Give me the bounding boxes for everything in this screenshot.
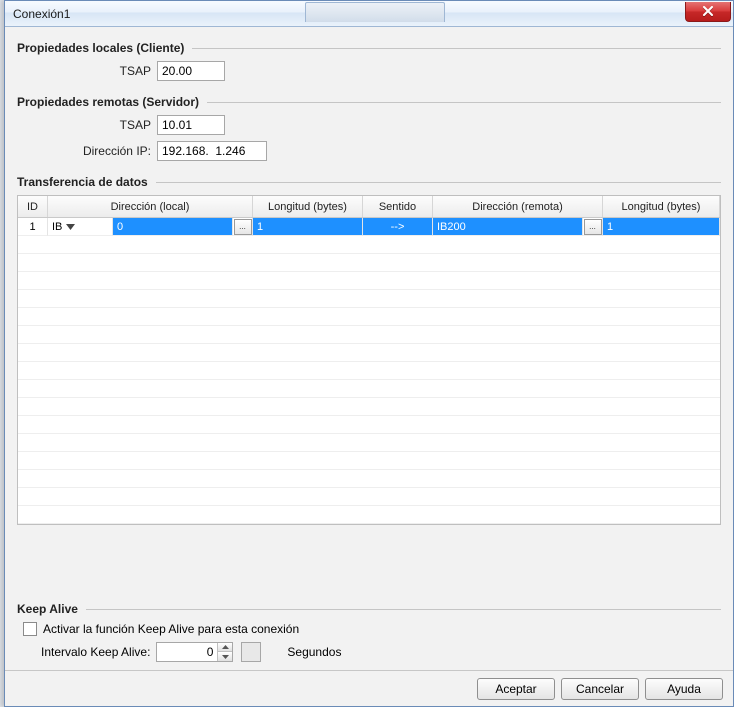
- window-title: Conexión1: [13, 7, 70, 21]
- dialog-window: Conexión1 Propiedades locales (Cliente) …: [4, 0, 734, 707]
- table-row-empty[interactable]: [18, 380, 720, 398]
- remote-ip-label: Dirección IP:: [17, 144, 157, 158]
- table-row-empty[interactable]: [18, 416, 720, 434]
- table-row-empty[interactable]: [18, 272, 720, 290]
- keepalive-interval-label: Intervalo Keep Alive:: [41, 645, 150, 659]
- keepalive-unit-button[interactable]: [241, 642, 261, 662]
- keepalive-unit-label: Segundos: [287, 645, 341, 659]
- remote-tsap-label: TSAP: [17, 118, 157, 132]
- table-body: 1 IB 0 ... 1: [18, 218, 720, 524]
- th-id: ID: [18, 196, 48, 217]
- cell-dir-remote[interactable]: IB200: [433, 218, 583, 236]
- th-dir-remote: Dirección (remota): [433, 196, 603, 217]
- cell-remote-picker[interactable]: ...: [583, 218, 603, 236]
- ellipsis-button[interactable]: ...: [584, 219, 602, 235]
- group-transfer-title: Transferencia de datos: [17, 175, 148, 189]
- table-row-empty[interactable]: [18, 362, 720, 380]
- close-button[interactable]: [685, 2, 731, 22]
- cell-type-value: IB: [52, 221, 62, 233]
- table-row-empty[interactable]: [18, 290, 720, 308]
- local-tsap-input[interactable]: [157, 61, 225, 81]
- th-len-local: Longitud (bytes): [253, 196, 363, 217]
- separator-line: [156, 182, 721, 183]
- group-keepalive-title: Keep Alive: [17, 602, 78, 616]
- th-sense: Sentido: [363, 196, 433, 217]
- group-local: Propiedades locales (Cliente) TSAP: [17, 41, 721, 81]
- cancel-button[interactable]: Cancelar: [561, 678, 639, 700]
- separator-line: [192, 48, 721, 49]
- transfer-table[interactable]: ID Dirección (local) Longitud (bytes) Se…: [17, 195, 721, 525]
- group-transfer: Transferencia de datos ID Dirección (loc…: [17, 175, 721, 588]
- group-keepalive: Keep Alive Activar la función Keep Alive…: [17, 602, 721, 662]
- group-local-title: Propiedades locales (Cliente): [17, 41, 184, 55]
- accept-button[interactable]: Aceptar: [477, 678, 555, 700]
- cell-local-picker[interactable]: ...: [233, 218, 253, 236]
- spinner-down-button[interactable]: [218, 652, 232, 661]
- remote-tsap-input[interactable]: [157, 115, 225, 135]
- th-dir-local: Dirección (local): [48, 196, 253, 217]
- ellipsis-icon: ...: [589, 223, 596, 231]
- dialog-footer: Aceptar Cancelar Ayuda: [5, 670, 733, 706]
- separator-line: [207, 102, 721, 103]
- table-row-empty[interactable]: [18, 254, 720, 272]
- table-row-empty[interactable]: [18, 308, 720, 326]
- content-area: Propiedades locales (Cliente) TSAP Propi…: [5, 27, 733, 670]
- cell-len-remote[interactable]: 1: [603, 218, 720, 236]
- local-tsap-label: TSAP: [17, 64, 157, 78]
- cell-local-offset[interactable]: 0: [113, 218, 233, 236]
- cell-sense[interactable]: -->: [363, 218, 433, 236]
- keepalive-interval-input[interactable]: [157, 643, 217, 661]
- table-row-empty[interactable]: [18, 488, 720, 506]
- ellipsis-icon: ...: [239, 223, 246, 231]
- table-row-empty[interactable]: [18, 326, 720, 344]
- table-row-empty[interactable]: [18, 434, 720, 452]
- keepalive-interval-spinner[interactable]: [156, 642, 233, 662]
- table-row-empty[interactable]: [18, 398, 720, 416]
- spinner-up-button[interactable]: [218, 643, 232, 652]
- th-len-remote: Longitud (bytes): [603, 196, 720, 217]
- chevron-down-icon: [66, 224, 75, 230]
- close-icon: [702, 6, 714, 17]
- help-button[interactable]: Ayuda: [645, 678, 723, 700]
- table-row-empty[interactable]: [18, 344, 720, 362]
- remote-ip-input[interactable]: [157, 141, 267, 161]
- group-remote: Propiedades remotas (Servidor) TSAP Dire…: [17, 95, 721, 161]
- cell-len-local[interactable]: 1: [253, 218, 363, 236]
- table-row-empty[interactable]: [18, 236, 720, 254]
- group-remote-title: Propiedades remotas (Servidor): [17, 95, 199, 109]
- table-row-empty[interactable]: [18, 452, 720, 470]
- cell-id: 1: [18, 218, 48, 236]
- cell-type-dropdown[interactable]: IB: [48, 218, 113, 236]
- table-row[interactable]: 1 IB 0 ... 1: [18, 218, 720, 236]
- ellipsis-button[interactable]: ...: [234, 219, 252, 235]
- chevron-down-icon: [222, 655, 229, 659]
- separator-line: [86, 609, 721, 610]
- table-row-empty[interactable]: [18, 506, 720, 524]
- background-tab-hint: [305, 2, 445, 22]
- table-row-empty[interactable]: [18, 470, 720, 488]
- table-header-row: ID Dirección (local) Longitud (bytes) Se…: [18, 196, 720, 218]
- keepalive-checkbox[interactable]: [23, 622, 37, 636]
- keepalive-checkbox-label: Activar la función Keep Alive para esta …: [43, 622, 299, 636]
- chevron-up-icon: [222, 645, 229, 649]
